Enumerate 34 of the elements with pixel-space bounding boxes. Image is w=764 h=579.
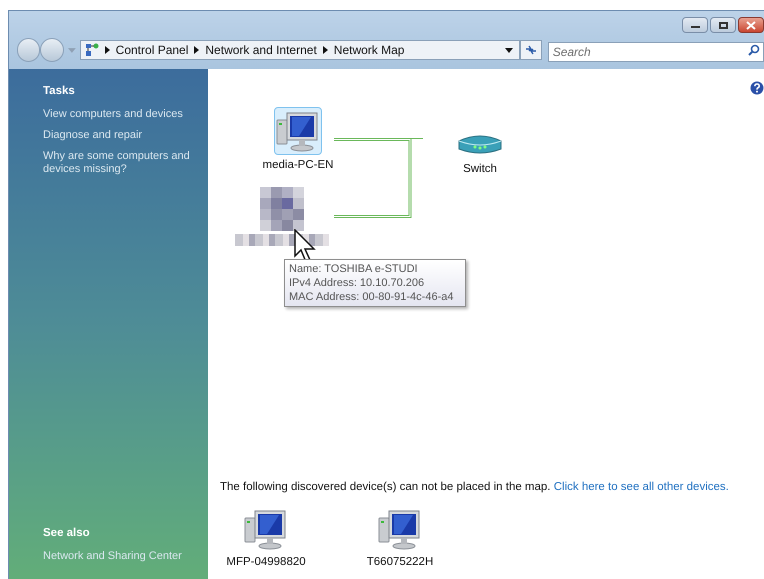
close-button[interactable] (738, 17, 764, 33)
breadcrumb-item[interactable]: Control Panel (116, 41, 188, 59)
device-label: Switch (463, 162, 497, 177)
address-bar[interactable]: Control Panel Network and Internet Network Map (80, 40, 520, 60)
close-icon (746, 20, 756, 30)
maximize-button[interactable] (710, 17, 736, 33)
network-icon (84, 43, 99, 57)
device-label: MFP-04998820 (226, 554, 306, 570)
device-label: T66075222H (366, 554, 434, 570)
device-node[interactable] (274, 107, 322, 155)
refresh-icon (524, 45, 537, 55)
minimize-button[interactable] (682, 17, 708, 33)
tooltip-line: IPv4 Address: 10.10.70.206 (289, 276, 426, 290)
sidebar-link[interactable]: View computers and devices (43, 108, 206, 122)
dropdown-icon[interactable] (505, 48, 514, 52)
sidebar-heading: Tasks (43, 84, 76, 99)
sidebar-link[interactable]: Diagnose and repair (43, 129, 206, 142)
tooltip-line: MAC Address: 00-80-91-4c-46-a4 (289, 290, 454, 304)
notice-text: The following discovered device(s) can not be placed in the map. (220, 480, 550, 492)
all-devices-link[interactable]: Click here to see all other devices. (554, 480, 729, 492)
sidebar-heading: See also (43, 526, 91, 541)
refresh-button[interactable] (520, 40, 542, 60)
device-label: media-PC-EN (262, 158, 334, 173)
help-icon[interactable] (750, 81, 764, 95)
chevron-icon (322, 46, 328, 54)
breadcrumb-item[interactable]: Network Map (334, 41, 404, 59)
pixelated-device-icon[interactable] (260, 187, 304, 231)
breadcrumb-item[interactable]: Network and Internet (205, 41, 317, 59)
search-field[interactable]: Search (548, 42, 764, 62)
chevron-icon (104, 46, 110, 54)
search-icon[interactable] (748, 44, 760, 56)
sidebar-link[interactable]: Why are some computers and devices missing? (43, 150, 206, 176)
chevron-icon (194, 46, 200, 54)
tooltip-line: Name: TOSHIBA e-STUDI (289, 262, 419, 276)
